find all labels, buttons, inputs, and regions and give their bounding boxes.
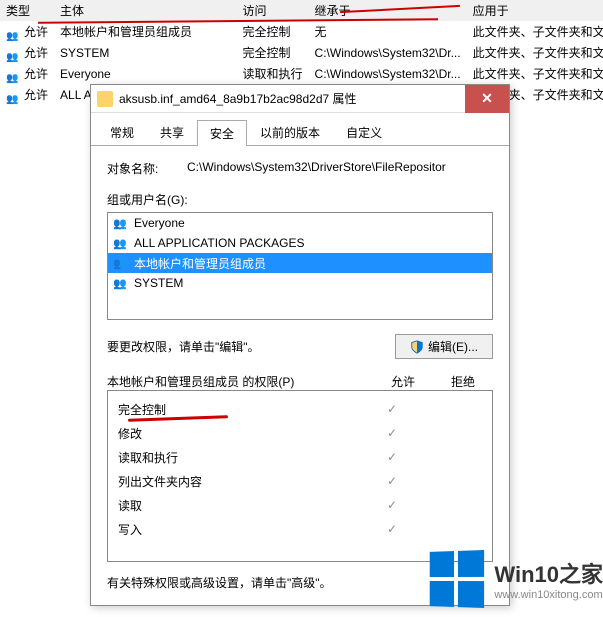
- col-principal: 主体: [54, 0, 237, 21]
- permission-row[interactable]: 读取✓: [108, 493, 492, 517]
- allow-check-icon: ✓: [362, 426, 422, 440]
- security-panel: 对象名称: C:\Windows\System32\DriverStore\Fi…: [91, 146, 509, 605]
- col-applies: 应用于: [467, 0, 603, 21]
- windows-logo-icon: [430, 550, 484, 608]
- permissions-header-label: 本地帐户和管理员组成员 的权限(P): [107, 373, 373, 390]
- allow-check-icon: ✓: [362, 402, 422, 416]
- users-icon: [112, 215, 128, 231]
- edit-hint-text: 要更改权限，请单击"编辑"。: [107, 338, 395, 355]
- shield-icon: [410, 340, 424, 354]
- permissions-listbox[interactable]: 完全控制✓修改✓读取和执行✓列出文件夹内容✓读取✓写入✓: [107, 390, 493, 562]
- group-users-listbox[interactable]: Everyone ALL APPLICATION PACKAGES 本地帐户和管理员…: [107, 212, 493, 320]
- permission-row[interactable]: 列出文件夹内容✓: [108, 469, 492, 493]
- users-icon: [6, 49, 20, 59]
- users-icon: [6, 28, 20, 38]
- users-icon: [112, 235, 128, 251]
- users-icon: [112, 255, 128, 271]
- titlebar[interactable]: aksusb.inf_amd64_8a9b17b2ac98d2d7 属性 ✕: [91, 85, 509, 113]
- allow-check-icon: ✓: [362, 474, 422, 488]
- list-item[interactable]: Everyone: [108, 213, 492, 233]
- group-users-label: 组或用户名(G):: [107, 191, 493, 208]
- allow-check-icon: ✓: [362, 450, 422, 464]
- object-name-label: 对象名称:: [107, 160, 187, 177]
- tab-安全[interactable]: 安全: [197, 120, 247, 146]
- user-name: SYSTEM: [134, 276, 183, 290]
- close-button[interactable]: ✕: [465, 85, 509, 113]
- folder-icon: [97, 91, 113, 107]
- users-icon: [6, 70, 20, 80]
- list-item[interactable]: SYSTEM: [108, 273, 492, 293]
- table-row[interactable]: 允许SYSTEM完全控制C:\Windows\System32\Dr...此文件…: [0, 42, 603, 63]
- permissions-header-deny: 拒绝: [433, 373, 493, 390]
- permission-name: 修改: [118, 425, 362, 442]
- user-name: 本地帐户和管理员组成员: [134, 255, 266, 272]
- permission-row[interactable]: 写入✓: [108, 517, 492, 541]
- edit-button-label: 编辑(E)...: [428, 338, 478, 355]
- watermark: Win10之家 www.win10xitong.com: [428, 551, 603, 607]
- properties-dialog: aksusb.inf_amd64_8a9b17b2ac98d2d7 属性 ✕ 常…: [90, 84, 510, 606]
- tab-自定义[interactable]: 自定义: [333, 119, 395, 145]
- users-icon: [112, 275, 128, 291]
- tab-常规[interactable]: 常规: [97, 119, 147, 145]
- permission-row[interactable]: 修改✓: [108, 421, 492, 445]
- permissions-header-allow: 允许: [373, 373, 433, 390]
- col-type: 类型: [0, 0, 54, 21]
- object-name-value: C:\Windows\System32\DriverStore\FileRepo…: [187, 160, 493, 177]
- allow-check-icon: ✓: [362, 522, 422, 536]
- window-title: aksusb.inf_amd64_8a9b17b2ac98d2d7 属性: [119, 90, 465, 107]
- edit-button[interactable]: 编辑(E)...: [395, 334, 493, 359]
- tab-共享[interactable]: 共享: [147, 119, 197, 145]
- permission-name: 写入: [118, 521, 362, 538]
- user-name: ALL APPLICATION PACKAGES: [134, 236, 305, 250]
- permission-name: 完全控制: [118, 401, 362, 418]
- tabstrip: 常规共享安全以前的版本自定义: [91, 113, 509, 146]
- users-icon: [6, 91, 20, 101]
- user-name: Everyone: [134, 216, 185, 230]
- table-row[interactable]: 允许Everyone读取和执行C:\Windows\System32\Dr...…: [0, 63, 603, 84]
- list-item[interactable]: ALL APPLICATION PACKAGES: [108, 233, 492, 253]
- permission-name: 列出文件夹内容: [118, 473, 362, 490]
- list-item[interactable]: 本地帐户和管理员组成员: [108, 253, 492, 273]
- allow-check-icon: ✓: [362, 498, 422, 512]
- table-row[interactable]: 允许本地帐户和管理员组成员完全控制无此文件夹、子文件夹和文件: [0, 21, 603, 42]
- tab-以前的版本[interactable]: 以前的版本: [247, 119, 333, 145]
- permission-row[interactable]: 读取和执行✓: [108, 445, 492, 469]
- permission-name: 读取和执行: [118, 449, 362, 466]
- col-access: 访问: [237, 0, 309, 21]
- permission-name: 读取: [118, 497, 362, 514]
- watermark-url: www.win10xitong.com: [494, 589, 603, 601]
- watermark-title: Win10之家: [494, 557, 603, 589]
